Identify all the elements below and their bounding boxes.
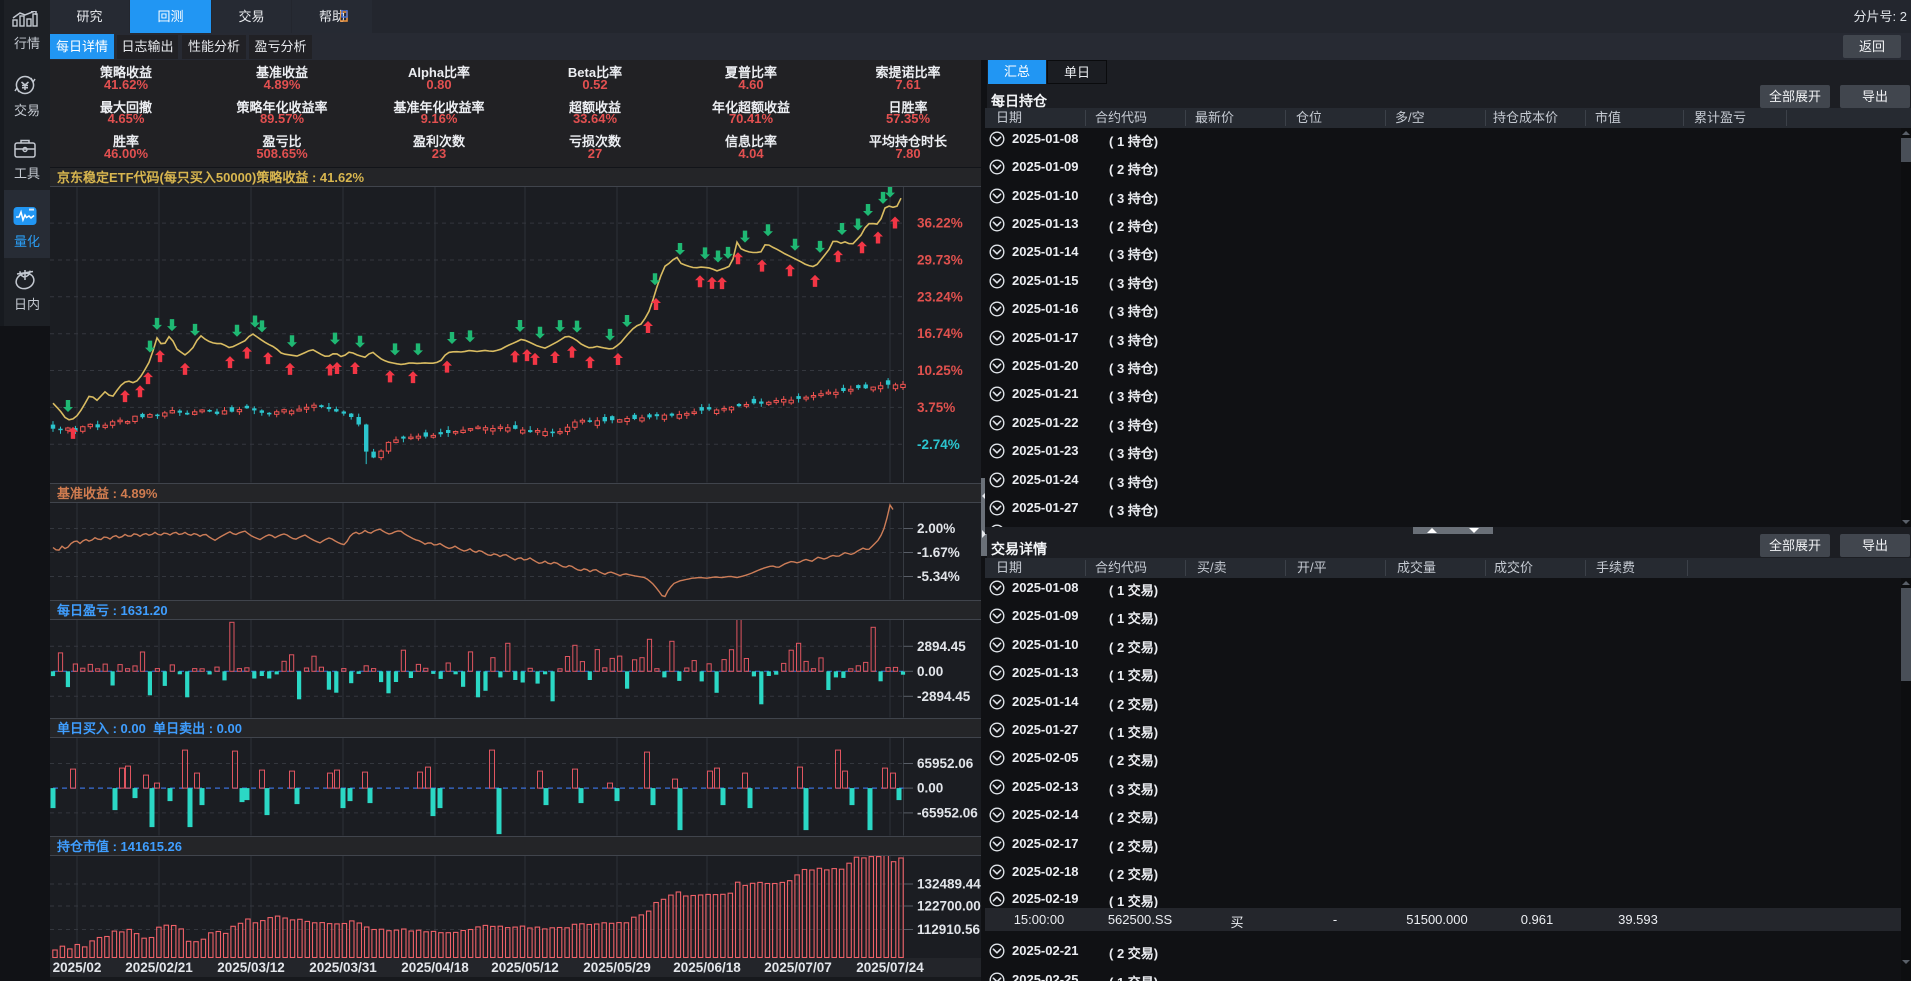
svg-text:0.00: 0.00: [917, 781, 943, 796]
svg-text:-5.34%: -5.34%: [917, 569, 960, 584]
svg-text:-2894.45: -2894.45: [917, 689, 971, 704]
svg-text:-65952.06: -65952.06: [917, 805, 978, 820]
svg-text:3.75%: 3.75%: [917, 400, 955, 415]
svg-text:122700.00: 122700.00: [917, 899, 981, 914]
svg-text:-2.74%: -2.74%: [917, 437, 960, 452]
svg-text:23.24%: 23.24%: [917, 289, 963, 304]
svg-text:132489.44: 132489.44: [917, 877, 981, 892]
svg-text:-1.67%: -1.67%: [917, 545, 960, 560]
svg-text:2.00%: 2.00%: [917, 521, 955, 536]
svg-text:36.22%: 36.22%: [917, 216, 963, 231]
svg-text:10.25%: 10.25%: [917, 363, 963, 378]
svg-text:112910.56: 112910.56: [917, 922, 981, 937]
svg-text:0.00: 0.00: [917, 664, 943, 679]
svg-text:16.74%: 16.74%: [917, 326, 963, 341]
svg-text:29.73%: 29.73%: [917, 252, 963, 267]
svg-text:2894.45: 2894.45: [917, 639, 966, 654]
svg-text:65952.06: 65952.06: [917, 756, 974, 771]
